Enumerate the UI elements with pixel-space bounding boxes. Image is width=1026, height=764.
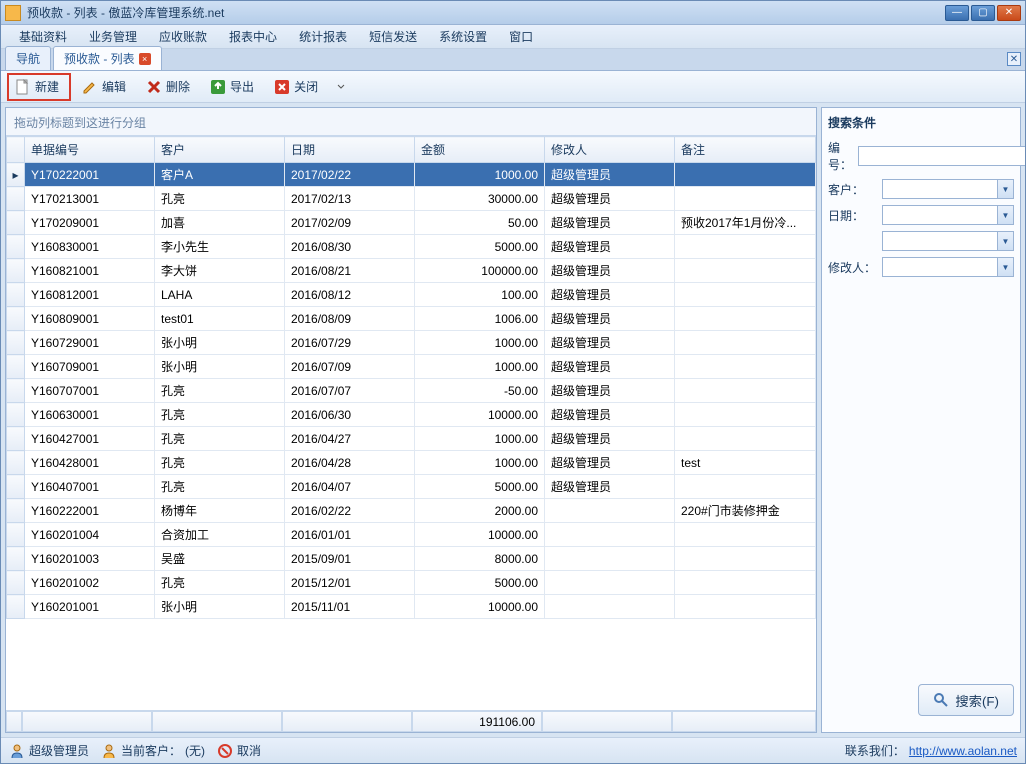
total-amount: 191106.00 (412, 711, 542, 732)
col-日期[interactable]: 日期 (285, 137, 415, 163)
table-row[interactable]: Y160812001LAHA2016/08/12100.00超级管理员 (7, 283, 816, 307)
magnifier-icon (933, 692, 949, 708)
delete-label: 删除 (166, 78, 190, 95)
col-单据编号[interactable]: 单据编号 (25, 137, 155, 163)
chevron-down-icon[interactable]: ▼ (997, 232, 1013, 250)
col-备注[interactable]: 备注 (675, 137, 816, 163)
grid-panel: 拖动列标题到这进行分组 单据编号客户日期金额修改人备注 ▸Y170222001客… (5, 107, 817, 733)
chevron-down-icon[interactable]: ▼ (997, 258, 1013, 276)
menu-基础资料[interactable]: 基础资料 (9, 25, 77, 48)
search-title: 搜索条件 (828, 114, 1014, 131)
table-row[interactable]: Y160222001杨博年2016/02/222000.00220#门市装修押金 (7, 499, 816, 523)
toolbar: 新建 编辑 删除 导出 关闭 (1, 71, 1025, 103)
date-from-combo[interactable]: ▼ (882, 205, 1014, 225)
menu-报表中心[interactable]: 报表中心 (219, 25, 287, 48)
customer-icon (101, 743, 117, 759)
menu-系统设置[interactable]: 系统设置 (429, 25, 497, 48)
delete-button[interactable]: 删除 (137, 74, 199, 100)
menu-业务管理[interactable]: 业务管理 (79, 25, 147, 48)
table-row[interactable]: Y160809001test012016/08/091006.00超级管理员 (7, 307, 816, 331)
grid-footer: 191106.00 (6, 710, 816, 732)
table-row[interactable]: Y160201001张小明2015/11/0110000.00 (7, 595, 816, 619)
col-客户[interactable]: 客户 (155, 137, 285, 163)
code-input[interactable] (858, 146, 1025, 166)
search-button-label: 搜索(F) (955, 691, 999, 710)
minimize-button[interactable]: — (945, 5, 969, 21)
edit-label: 编辑 (102, 78, 126, 95)
search-panel: 搜索条件 编号： 客户： ▼ 日期： ▼ ▼ 修改人： ▼ (821, 107, 1021, 733)
menu-统计报表[interactable]: 统计报表 (289, 25, 357, 48)
window-title: 预收款 - 列表 - 傲蓝冷库管理系统.net (27, 4, 945, 21)
export-button[interactable]: 导出 (201, 74, 263, 100)
table-row[interactable]: Y160630001孔亮2016/06/3010000.00超级管理员 (7, 403, 816, 427)
cancel-icon (217, 743, 233, 759)
close-red-icon (274, 79, 290, 95)
menu-应收账款[interactable]: 应收账款 (149, 25, 217, 48)
table-row[interactable]: Y160830001李小先生2016/08/305000.00超级管理员 (7, 235, 816, 259)
current-customer-label: 当前客户： (121, 742, 181, 759)
table-row[interactable]: Y170209001加喜2017/02/0950.00超级管理员预收2017年1… (7, 211, 816, 235)
maximize-button[interactable]: ▢ (971, 5, 995, 21)
table-row[interactable]: Y160201004合资加工2016/01/0110000.00 (7, 523, 816, 547)
customer-label: 客户： (828, 181, 876, 198)
new-file-icon (15, 79, 31, 95)
table-row[interactable]: Y160201003吴盛2015/09/018000.00 (7, 547, 816, 571)
tab-预收款 - 列表[interactable]: 预收款 - 列表× (53, 46, 162, 70)
delete-x-icon (146, 79, 162, 95)
edit-button[interactable]: 编辑 (73, 74, 135, 100)
toolbar-overflow-icon[interactable] (333, 79, 349, 95)
cancel-button[interactable]: 取消 (217, 742, 261, 759)
search-button[interactable]: 搜索(F) (918, 684, 1014, 716)
current-customer-value: (无) (185, 742, 205, 759)
group-by-hint[interactable]: 拖动列标题到这进行分组 (6, 108, 816, 136)
col-修改人[interactable]: 修改人 (545, 137, 675, 163)
date-label: 日期： (828, 207, 876, 224)
table-row[interactable]: Y160201002孔亮2015/12/015000.00 (7, 571, 816, 595)
chevron-down-icon[interactable]: ▼ (997, 206, 1013, 224)
table-row[interactable]: Y160428001孔亮2016/04/281000.00超级管理员test (7, 451, 816, 475)
data-grid[interactable]: 单据编号客户日期金额修改人备注 ▸Y170222001客户A2017/02/22… (6, 136, 816, 619)
table-row[interactable]: ▸Y170222001客户A2017/02/221000.00超级管理员 (7, 163, 816, 187)
table-row[interactable]: Y170213001孔亮2017/02/1330000.00超级管理员 (7, 187, 816, 211)
export-label: 导出 (230, 78, 254, 95)
user-icon (9, 743, 25, 759)
modifier-combo[interactable]: ▼ (882, 257, 1014, 277)
contact-label: 联系我们： (845, 742, 905, 759)
tab-panel-close-button[interactable]: ✕ (1007, 52, 1021, 66)
tab-导航[interactable]: 导航 (5, 46, 51, 70)
code-label: 编号： (828, 139, 852, 173)
customer-combo[interactable]: ▼ (882, 179, 1014, 199)
titlebar: 预收款 - 列表 - 傲蓝冷库管理系统.net — ▢ ✕ (1, 1, 1025, 25)
table-row[interactable]: Y160709001张小明2016/07/091000.00超级管理员 (7, 355, 816, 379)
export-icon (210, 79, 226, 95)
tab-close-icon[interactable]: × (139, 53, 151, 65)
col-金额[interactable]: 金额 (415, 137, 545, 163)
app-icon (5, 5, 21, 21)
new-label: 新建 (35, 78, 59, 95)
table-row[interactable]: Y160427001孔亮2016/04/271000.00超级管理员 (7, 427, 816, 451)
date-to-combo[interactable]: ▼ (882, 231, 1014, 251)
pencil-icon (82, 79, 98, 95)
menu-短信发送[interactable]: 短信发送 (359, 25, 427, 48)
table-row[interactable]: Y160729001张小明2016/07/291000.00超级管理员 (7, 331, 816, 355)
table-row[interactable]: Y160821001李大饼2016/08/21100000.00超级管理员 (7, 259, 816, 283)
table-row[interactable]: Y160707001孔亮2016/07/07-50.00超级管理员 (7, 379, 816, 403)
new-button[interactable]: 新建 (7, 73, 71, 101)
status-user: 超级管理员 (29, 742, 89, 759)
contact-link[interactable]: http://www.aolan.net (909, 744, 1017, 758)
tabstrip: 导航预收款 - 列表× ✕ (1, 49, 1025, 71)
modifier-label: 修改人： (828, 259, 876, 276)
table-row[interactable]: Y160407001孔亮2016/04/075000.00超级管理员 (7, 475, 816, 499)
cancel-label: 取消 (237, 742, 261, 759)
statusbar: 超级管理员 当前客户： (无) 取消 联系我们： http://www.aola… (1, 737, 1025, 763)
chevron-down-icon[interactable]: ▼ (997, 180, 1013, 198)
close-label: 关闭 (294, 78, 318, 95)
window-close-button[interactable]: ✕ (997, 5, 1021, 21)
close-button[interactable]: 关闭 (265, 74, 327, 100)
menu-窗口[interactable]: 窗口 (499, 25, 543, 48)
